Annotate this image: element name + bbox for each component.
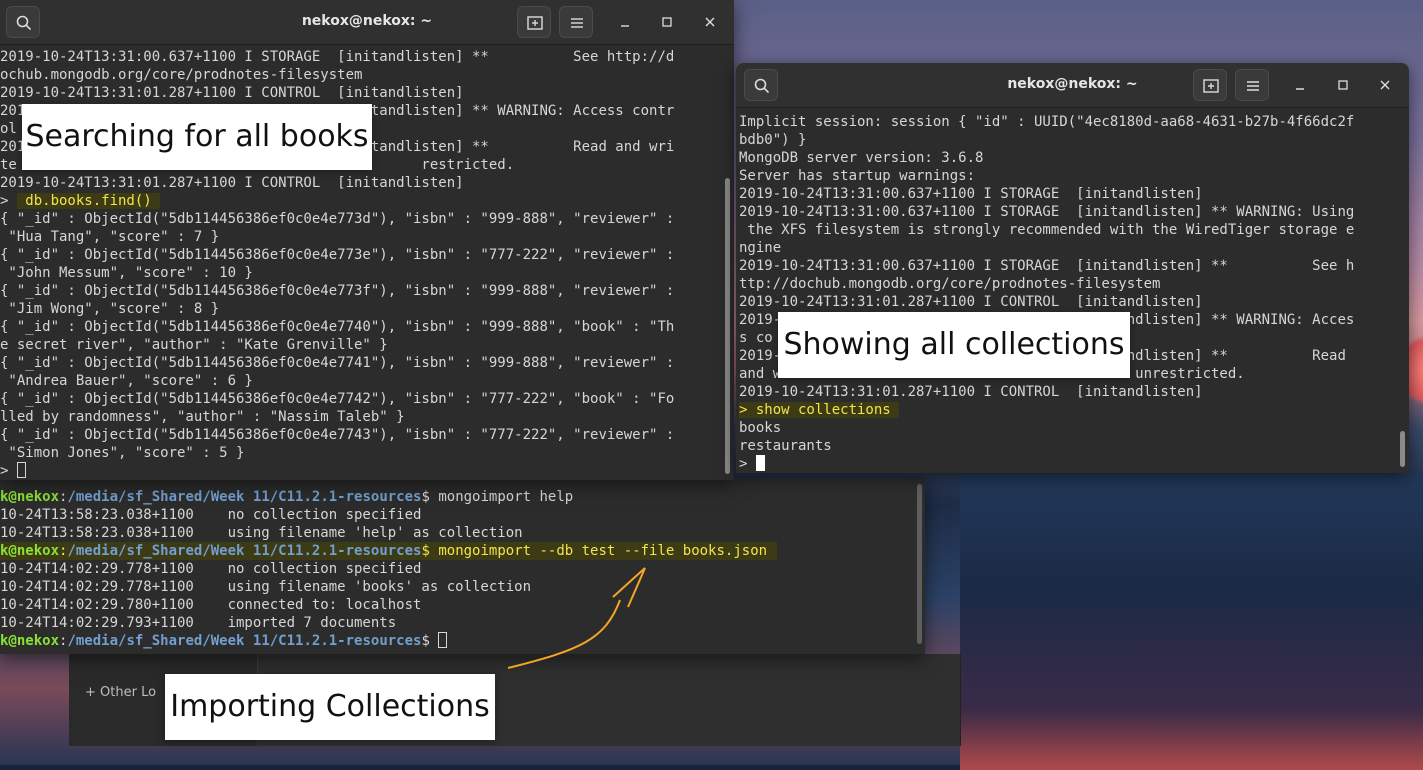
terminal-line: the XFS filesystem is strongly recommend…	[739, 222, 1355, 238]
prompt-path: /media/sf_Shared/Week 11/C11.2.1-resourc…	[67, 633, 422, 649]
terminal-line: MongoDB server version: 3.6.8	[739, 150, 984, 166]
terminal-line: { "_id" : ObjectId("5db114456386ef0c0e4e…	[0, 211, 675, 227]
bash-terminal-scrollbar[interactable]	[917, 484, 922, 644]
new-tab-icon	[1203, 79, 1219, 93]
left-minimize-button[interactable]	[614, 11, 636, 33]
terminal-cursor[interactable]	[16, 462, 26, 478]
terminal-line: { "_id" : ObjectId("5db114456386ef0c0e4e…	[0, 319, 675, 335]
right-minimize-button[interactable]	[1289, 74, 1311, 96]
left-window-titlebar[interactable]: nekox@nekox: ~	[0, 0, 734, 45]
prompt-user: k@nekox	[0, 489, 60, 505]
prompt-command	[430, 633, 438, 649]
highlighted-command: > show collections	[739, 402, 900, 418]
terminal-line: { "_id" : ObjectId("5db114456386ef0c0e4e…	[0, 355, 675, 371]
bash-terminal-window[interactable]: k@nekox:/media/sf_Shared/Week 11/C11.2.1…	[0, 478, 925, 654]
prompt-user: k@nekox	[0, 543, 60, 559]
prompt-path: /media/sf_Shared/Week 11/C11.2.1-resourc…	[67, 543, 422, 559]
right-window-titlebar[interactable]: nekox@nekox: ~	[736, 63, 1409, 108]
right-terminal-scrollbar[interactable]	[1400, 431, 1405, 467]
terminal-line: 10-24T14:02:29.793+1100 imported 7 docum…	[0, 615, 397, 631]
terminal-line: "Hua Tang", "score" : 7 }	[0, 229, 220, 245]
close-icon	[1380, 80, 1390, 90]
prompt-dollar: $	[421, 543, 430, 559]
terminal-line: Implicit session: session { "id" : UUID(…	[739, 114, 1355, 130]
terminal-line: ngine	[739, 240, 782, 256]
minimize-icon	[1296, 88, 1304, 90]
prompt-command: mongoimport help	[429, 489, 574, 505]
left-new-tab-button[interactable]	[517, 6, 551, 38]
terminal-cursor[interactable]	[438, 632, 448, 648]
left-close-button[interactable]	[699, 11, 721, 33]
terminal-line: 2019-10-24T13:31:00.637+1100 I STORAGE […	[739, 258, 1355, 274]
terminal-line: 10-24T14:02:29.780+1100 connected to: lo…	[0, 597, 422, 613]
terminal-line: "Andrea Bauer", "score" : 6 }	[0, 373, 253, 389]
highlighted-command: db.books.find()	[16, 193, 161, 209]
terminal-line: { "_id" : ObjectId("5db114456386ef0c0e4e…	[0, 427, 675, 443]
terminal-line: 2019-10-24T13:31:01.287+1100 I CONTROL […	[739, 384, 1203, 400]
sidebar-item-other-locations[interactable]: + Other Lo	[85, 685, 156, 700]
terminal-line: { "_id" : ObjectId("5db114456386ef0c0e4e…	[0, 391, 675, 407]
terminal-line: 10-24T13:58:23.038+1100 using filename '…	[0, 525, 523, 541]
terminal-line: { "_id" : ObjectId("5db114456386ef0c0e4e…	[0, 283, 675, 299]
terminal-line: Server has startup warnings:	[739, 168, 976, 184]
terminal-line: 10-24T14:02:29.778+1100 using filename '…	[0, 579, 532, 595]
right-terminal-output[interactable]: Implicit session: session { "id" : UUID(…	[739, 113, 1409, 473]
terminal-line: 10-24T13:58:23.038+1100 no collection sp…	[0, 507, 422, 523]
terminal-line: e secret river", "author" : "Kate Grenvi…	[0, 337, 388, 353]
terminal-line: ttp://dochub.mongodb.org/core/prodnotes-…	[739, 276, 1161, 292]
terminal-line: 2019-10-24T13:31:01.287+1100 I CONTROL […	[0, 85, 464, 101]
wallpaper-sea	[960, 470, 1423, 770]
left-terminal-scrollbar[interactable]	[725, 178, 730, 474]
hamburger-menu-icon	[1247, 81, 1259, 91]
callout-searching: Searching for all books	[22, 104, 372, 170]
right-new-tab-button[interactable]	[1193, 69, 1227, 101]
minimize-icon	[621, 25, 629, 27]
prompt-line: k@nekox:/media/sf_Shared/Week 11/C11.2.1…	[0, 542, 778, 560]
maximize-icon	[662, 17, 672, 27]
terminal-line: books	[739, 420, 782, 436]
close-icon	[705, 17, 715, 27]
prompt-command: mongoimport --db test --file books.json	[429, 543, 768, 559]
mongo-shell-window-left[interactable]: nekox@nekox: ~ 2019-10-24T13:31:00.637+1…	[0, 0, 734, 480]
new-tab-icon	[527, 16, 543, 30]
terminal-line: 2019-10-24T13:31:01.287+1100 I CONTROL […	[0, 175, 464, 191]
terminal-line: 2019-10-24T13:31:00.637+1100 I STORAGE […	[0, 49, 675, 65]
terminal-line: >	[739, 455, 1409, 473]
prompt-line: k@nekox:/media/sf_Shared/Week 11/C11.2.1…	[0, 488, 925, 506]
mongo-shell-window-right[interactable]: nekox@nekox: ~ Implicit session: session…	[736, 63, 1409, 473]
terminal-line: "John Messum", "score" : 10 }	[0, 265, 253, 281]
terminal-line: "Simon Jones", "score" : 5 }	[0, 445, 245, 461]
terminal-line: 10-24T14:02:29.778+1100 no collection sp…	[0, 561, 422, 577]
prompt-path: /media/sf_Shared/Week 11/C11.2.1-resourc…	[67, 489, 422, 505]
terminal-line: lled by randomness", "author" : "Nassim …	[0, 409, 405, 425]
left-menu-button[interactable]	[559, 6, 593, 38]
terminal-line: 2019-10-24T13:31:00.637+1100 I STORAGE […	[739, 186, 1203, 202]
terminal-line: 2019-10-24T13:31:01.287+1100 I CONTROL […	[739, 294, 1203, 310]
terminal-line: > show collections	[739, 401, 1409, 419]
terminal-line: ochub.mongodb.org/core/prodnotes-filesys…	[0, 67, 363, 83]
hamburger-menu-icon	[571, 18, 583, 28]
terminal-line: restaurants	[739, 438, 832, 454]
callout-showing: Showing all collections	[778, 312, 1130, 378]
prompt-dollar: $	[421, 633, 430, 649]
terminal-line: "Jim Wong", "score" : 8 }	[0, 301, 220, 317]
left-maximize-button[interactable]	[656, 11, 678, 33]
maximize-icon	[1338, 80, 1348, 90]
right-menu-button[interactable]	[1235, 69, 1269, 101]
bash-terminal-output[interactable]: k@nekox:/media/sf_Shared/Week 11/C11.2.1…	[0, 488, 925, 654]
right-close-button[interactable]	[1374, 74, 1396, 96]
terminal-line: bdb0") }	[739, 132, 807, 148]
callout-importing: Importing Collections	[165, 674, 495, 740]
prompt-dollar: $	[421, 489, 430, 505]
terminal-line: 2019-10-24T13:31:00.637+1100 I STORAGE […	[739, 204, 1355, 220]
prompt-line: k@nekox:/media/sf_Shared/Week 11/C11.2.1…	[0, 632, 925, 650]
right-maximize-button[interactable]	[1332, 74, 1354, 96]
terminal-line: >	[0, 462, 734, 480]
terminal-line: { "_id" : ObjectId("5db114456386ef0c0e4e…	[0, 247, 675, 263]
terminal-cursor[interactable]	[755, 455, 765, 471]
prompt-user: k@nekox	[0, 633, 60, 649]
terminal-line: > db.books.find()	[0, 193, 161, 209]
